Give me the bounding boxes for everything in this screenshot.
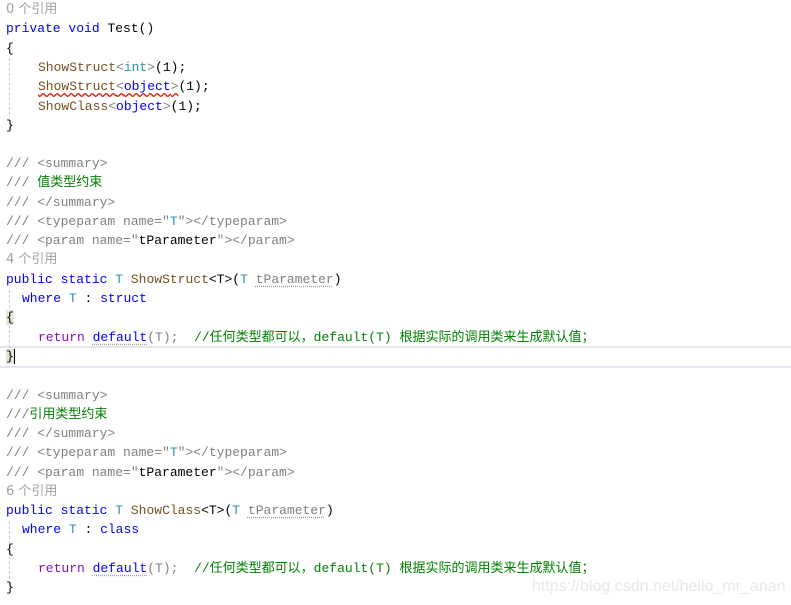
keyword: where xyxy=(22,522,62,537)
watermark: https://blog.csdn.net/hello_mr_anan xyxy=(532,578,786,595)
colon: : xyxy=(84,522,93,537)
text-caret xyxy=(13,349,15,365)
generic-param: <T> xyxy=(201,503,225,518)
doc-prefix: /// xyxy=(6,175,38,190)
doc-comment: /// </summary> xyxy=(6,194,116,210)
code-line: private void Test() xyxy=(6,19,154,38)
doc-text: "></typeparam> xyxy=(177,445,287,460)
doc-text: /// <param name=" xyxy=(6,233,139,248)
colon: : xyxy=(84,291,93,306)
current-line-highlight xyxy=(0,346,791,368)
doc-param-name: tParameter xyxy=(138,464,217,480)
open-brace: { xyxy=(6,40,14,56)
reference-count-link[interactable]: 6 个引用 xyxy=(6,482,57,501)
doc-comment: /// <param name="tParameter"></param> xyxy=(6,463,295,482)
doc-text: "></typeparam> xyxy=(177,214,287,229)
keyword: return xyxy=(38,330,85,345)
keyword: public static xyxy=(6,272,108,287)
return-statement: return default(T); //任何类型都可以，default(T) … xyxy=(38,328,594,347)
return-type: T xyxy=(115,272,124,287)
line-comment: //任何类型都可以，default(T) 根据实际的调用类来生成默认值； xyxy=(194,561,595,576)
doc-comment: /// <param name="tParameter"></param> xyxy=(6,231,295,250)
paren: ) xyxy=(333,272,342,287)
doc-comment: /// <typeparam name="T"></typeparam> xyxy=(6,212,287,231)
code-line: ShowStruct<int>(1); xyxy=(38,58,186,77)
matched-brace: } xyxy=(6,349,14,364)
param-type: T xyxy=(240,272,248,287)
generic-param: <T> xyxy=(208,272,233,287)
angle-bracket: < xyxy=(116,79,124,94)
reference-count-link[interactable]: 4 个引用 xyxy=(6,250,57,269)
angle-bracket: < xyxy=(116,60,124,75)
return-type: T xyxy=(115,503,124,518)
doc-text: /// <param name=" xyxy=(6,464,139,480)
call-args: (1); xyxy=(170,98,202,114)
type-param: T xyxy=(68,522,77,537)
paren: ( xyxy=(232,272,241,287)
method-signature: public static T ShowClass<T>(T tParamete… xyxy=(6,501,334,520)
return-statement: return default(T); //任何类型都可以，default(T) … xyxy=(38,559,594,578)
type-arg: int xyxy=(123,60,148,75)
doc-text: "></param> xyxy=(216,464,295,480)
keyword: public static xyxy=(6,503,108,518)
where-clause: where T : class xyxy=(22,520,139,539)
method-call: ShowClass xyxy=(38,98,109,114)
type-arg: object xyxy=(116,98,163,114)
method-call: ShowStruct xyxy=(38,60,117,75)
doc-typeparam-name: T xyxy=(169,445,178,460)
angle-bracket: > xyxy=(147,60,156,75)
code-line-error: ShowStruct<object>(1); xyxy=(38,77,210,96)
method-name: ShowStruct xyxy=(130,272,209,287)
doc-comment: /// <summary> xyxy=(6,156,108,171)
close-brace: } xyxy=(6,580,14,595)
close-brace: } xyxy=(6,347,15,366)
angle-bracket: < xyxy=(108,98,117,114)
doc-comment: /// <summary> xyxy=(6,387,108,403)
default-arg: (T); xyxy=(147,561,179,576)
doc-typeparam-name: T xyxy=(169,214,178,229)
where-clause: where T : struct xyxy=(22,289,147,308)
default-keyword: default xyxy=(92,561,148,576)
doc-text: /// <typeparam name=" xyxy=(6,214,170,229)
method-name: Test() xyxy=(107,21,155,36)
doc-text: /// <typeparam name=" xyxy=(6,445,170,460)
keyword: where xyxy=(22,291,62,306)
doc-comment: /// 值类型约束 xyxy=(6,173,102,192)
constraint-keyword: struct xyxy=(100,291,147,306)
call-args: (1); xyxy=(178,79,210,94)
param-type: T xyxy=(232,503,241,518)
open-brace: { xyxy=(6,308,14,327)
summary-text: 引用类型约束 xyxy=(29,406,108,422)
angle-bracket: > xyxy=(162,98,171,114)
doc-comment: ///引用类型约束 xyxy=(6,405,107,424)
code-line: ShowClass<object>(1); xyxy=(38,97,202,116)
doc-prefix: /// xyxy=(6,406,30,422)
type-arg: object xyxy=(123,79,171,94)
matched-brace: { xyxy=(6,310,14,325)
doc-text: "></param> xyxy=(216,233,295,248)
doc-comment: /// </summary> xyxy=(6,426,116,441)
paren: ) xyxy=(325,503,334,518)
method-name: ShowClass xyxy=(130,503,202,518)
unused-param-name: tParameter xyxy=(247,503,326,518)
line-comment: //任何类型都可以，default(T) 根据实际的调用类来生成默认值； xyxy=(194,330,595,345)
method-call: ShowStruct xyxy=(38,79,117,94)
doc-param-name: tParameter xyxy=(138,233,217,248)
code-editor[interactable]: 0 个引用 private void Test() { ShowStruct<i… xyxy=(0,0,791,605)
close-brace: } xyxy=(6,117,14,133)
keyword: return xyxy=(38,561,85,576)
constraint-keyword: class xyxy=(100,522,140,537)
method-signature: public static T ShowStruct<T>(T tParamet… xyxy=(6,270,342,289)
keyword: private void xyxy=(6,21,100,36)
reference-count-link[interactable]: 0 个引用 xyxy=(6,0,57,19)
indent-guide xyxy=(9,58,10,115)
doc-comment: /// <typeparam name="T"></typeparam> xyxy=(6,443,287,462)
default-keyword: default xyxy=(92,330,148,345)
unused-param-name: tParameter xyxy=(255,272,334,287)
summary-text: 值类型约束 xyxy=(37,175,103,190)
type-param: T xyxy=(68,291,77,306)
call-args: (1); xyxy=(155,60,187,75)
open-brace: { xyxy=(6,541,14,557)
default-arg: (T); xyxy=(147,330,179,345)
